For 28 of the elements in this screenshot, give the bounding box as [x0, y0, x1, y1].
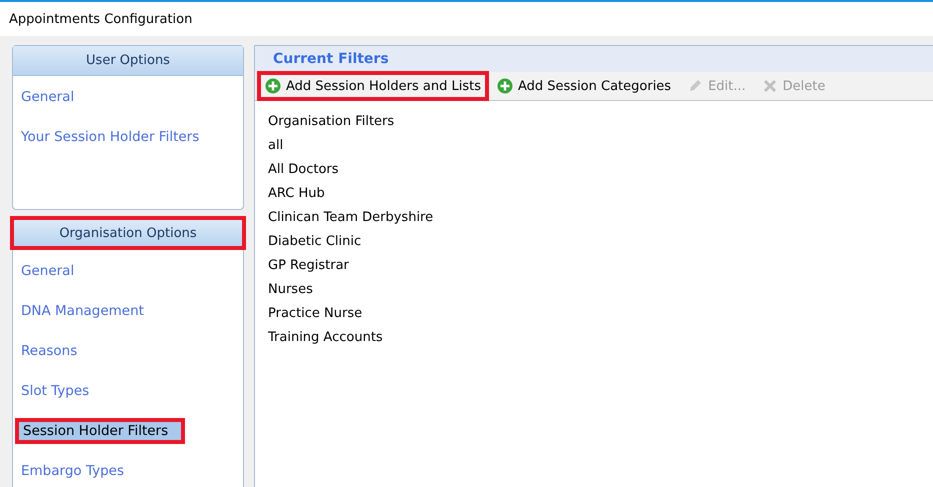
sidebar-item[interactable]: General: [15, 258, 239, 284]
window-title: Appointments Configuration: [9, 12, 192, 26]
sidebar-item[interactable]: Reasons: [15, 338, 239, 364]
filter-item[interactable]: Diabetic Clinic: [268, 229, 920, 253]
filter-item[interactable]: all: [268, 133, 920, 157]
filter-item[interactable]: Practice Nurse: [268, 301, 920, 325]
sidebar-item[interactable]: DNA Management: [15, 298, 239, 324]
sidebar-item[interactable]: Embargo Types: [15, 458, 239, 484]
filter-item[interactable]: Nurses: [268, 277, 920, 301]
panel-title: Current Filters: [255, 46, 933, 72]
toolbar-button[interactable]: Add Session Categories: [490, 73, 678, 99]
filter-item[interactable]: GP Registrar: [268, 253, 920, 277]
delete-icon: [762, 78, 778, 94]
section-header[interactable]: User Options: [13, 46, 243, 76]
sidebar-item[interactable]: General: [15, 84, 239, 110]
sidebar-item[interactable]: Slot Types: [15, 378, 239, 404]
sidebar-item[interactable]: Your Session Holder Filters: [15, 124, 239, 150]
sidebar-item[interactable]: Session Holder Filters: [15, 418, 185, 444]
filter-item[interactable]: Clinican Team Derbyshire: [268, 205, 920, 229]
filter-item[interactable]: Training Accounts: [268, 325, 920, 349]
filter-item[interactable]: ARC Hub: [268, 181, 920, 205]
section-header[interactable]: Organisation Options: [10, 216, 246, 250]
list-heading: Organisation Filters: [268, 112, 396, 130]
pencil-icon: [687, 78, 704, 94]
plus-icon: [265, 78, 281, 94]
toolbar-button[interactable]: Add Session Holders and Lists: [259, 73, 487, 99]
plus-icon: [496, 78, 513, 94]
filter-item[interactable]: All Doctors: [268, 157, 920, 181]
